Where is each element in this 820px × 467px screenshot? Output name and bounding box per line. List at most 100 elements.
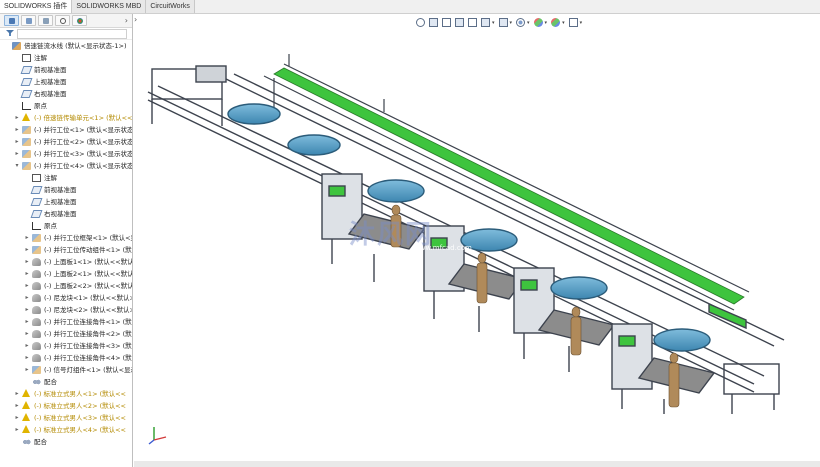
tree-item[interactable]: 上视基准面 bbox=[0, 76, 132, 88]
tab-0[interactable]: SOLIDWORKS 插件 bbox=[0, 0, 73, 13]
display-manager-icon[interactable] bbox=[72, 15, 87, 26]
tree-item-label: (-) 并行工位连接角件<2> (默认 bbox=[44, 330, 133, 338]
tree-item[interactable]: 前视基准面 bbox=[0, 184, 132, 196]
tree-item-label: (-) 标准立式男人<1> (默认<< bbox=[34, 390, 127, 398]
tree-item[interactable]: 右视基准面 bbox=[0, 88, 132, 100]
assembly-model[interactable] bbox=[134, 14, 820, 467]
tree-item-label: (-) 倍速链传输单元<1> (默认<<默 bbox=[34, 114, 133, 122]
tree-item[interactable]: ▸ (-) 并行工位<1> (默认<显示状态- bbox=[0, 124, 132, 136]
tree-item[interactable]: ▸ (-) 尼龙块<1> (默认<<默认>_ bbox=[0, 292, 132, 304]
expand-arrow-icon[interactable]: ▸ bbox=[24, 280, 30, 292]
tree-item-label: 上视基准面 bbox=[44, 198, 77, 206]
tree-item[interactable]: ▸ (-) 并行工位框架<1> (默认<显 bbox=[0, 232, 132, 244]
workstation-4 bbox=[611, 323, 716, 414]
expand-arrow-icon[interactable]: ▸ bbox=[24, 268, 30, 280]
tree-item-label: (-) 标准立式男人<3> (默认<< bbox=[34, 414, 127, 422]
expand-arrow-icon[interactable]: ▸ bbox=[14, 136, 20, 148]
warnic-icon bbox=[22, 113, 30, 121]
tree-item[interactable]: ▸ (-) 并行工位<3> (默认<显示状态- bbox=[0, 148, 132, 160]
filter-icon[interactable] bbox=[6, 30, 14, 37]
tree-item[interactable]: ▸ (-) 并行工位连接角件<4> (默认 bbox=[0, 352, 132, 364]
asm-icon bbox=[22, 162, 31, 170]
warnic-icon bbox=[22, 389, 30, 397]
expand-arrow-icon[interactable]: ▸ bbox=[24, 316, 30, 328]
tree-item[interactable]: ▸ (-) 倍速链传输单元<1> (默认<<默 bbox=[0, 112, 132, 124]
tree-item[interactable]: ▸ (-) 并行工位<2> (默认<显示状态- bbox=[0, 136, 132, 148]
tree-item[interactable]: 倍速链流水线 (默认<显示状态-1>) bbox=[0, 40, 132, 52]
expand-arrow-icon[interactable]: ▸ bbox=[14, 148, 20, 160]
tree-item[interactable]: ▸ (-) 上面板1<1> (默认<<默认> bbox=[0, 256, 132, 268]
feature-manager-icon[interactable] bbox=[4, 15, 19, 26]
tree-item[interactable]: 前视基准面 bbox=[0, 64, 132, 76]
tree-item[interactable]: ▸ (-) 标准立式男人<4> (默认<< bbox=[0, 424, 132, 436]
expand-arrow-icon[interactable]: ▸ bbox=[24, 232, 30, 244]
tree-item[interactable]: ▸ (-) 上面板2<1> (默认<<默认> bbox=[0, 268, 132, 280]
root-icon bbox=[12, 42, 21, 50]
expand-arrow-icon[interactable]: ▸ bbox=[24, 244, 30, 256]
tree-item-label: 右视基准面 bbox=[44, 210, 77, 218]
tree-item-label: 原点 bbox=[34, 102, 47, 110]
tree-item[interactable]: 注解 bbox=[0, 52, 132, 64]
property-manager-icon[interactable] bbox=[21, 15, 36, 26]
tree-item[interactable]: ▸ (-) 信号灯组件<1> (默认<显示 bbox=[0, 364, 132, 376]
tree-item[interactable]: ▸ (-) 并行工位传动组件<1> (默认 bbox=[0, 244, 132, 256]
tree-item-label: (-) 并行工位<2> (默认<显示状态- bbox=[34, 138, 133, 146]
expand-arrow-icon[interactable]: ▸ bbox=[24, 256, 30, 268]
tree-item[interactable]: ▸ (-) 并行工位连接角件<2> (默认 bbox=[0, 328, 132, 340]
expand-arrow-icon[interactable]: ▸ bbox=[14, 112, 20, 124]
filter-input[interactable] bbox=[17, 28, 127, 39]
tree-item-label: 前视基准面 bbox=[34, 66, 67, 74]
part-icon bbox=[32, 270, 41, 278]
expand-arrow-icon[interactable]: ▸ bbox=[14, 400, 20, 412]
tree-item[interactable]: ▸ (-) 并行工位连接角件<3> (默认 bbox=[0, 340, 132, 352]
expand-arrow-icon[interactable]: ▸ bbox=[14, 124, 20, 136]
expand-arrow-icon[interactable]: ▸ bbox=[24, 304, 30, 316]
tab-1[interactable]: SOLIDWORKS MBD bbox=[72, 0, 147, 13]
expand-arrow-icon[interactable]: ▸ bbox=[24, 364, 30, 376]
more-managers-arrow[interactable]: › bbox=[125, 16, 128, 25]
status-bar bbox=[134, 461, 820, 467]
graphics-area[interactable]: › ▾ ▾ ▾ ▾ ▾ ▾ 沐风网 www.mfcad.com bbox=[134, 14, 820, 467]
dimxpert-icon[interactable] bbox=[55, 15, 70, 26]
tree-item-label: (-) 并行工位传动组件<1> (默认 bbox=[44, 246, 133, 254]
configuration-manager-icon[interactable] bbox=[38, 15, 53, 26]
expand-arrow-icon[interactable]: ▸ bbox=[14, 412, 20, 424]
tree-item-label: (-) 并行工位连接角件<4> (默认 bbox=[44, 354, 133, 362]
expand-arrow-icon[interactable]: ▸ bbox=[24, 292, 30, 304]
tree-item[interactable]: ▸ (-) 标准立式男人<2> (默认<< bbox=[0, 400, 132, 412]
tree-item-label: (-) 上面板2<1> (默认<<默认> bbox=[44, 270, 133, 278]
part-icon bbox=[32, 282, 41, 290]
expand-arrow-icon[interactable]: ▸ bbox=[24, 352, 30, 364]
tree-item[interactable]: 配合 bbox=[0, 376, 132, 388]
tree-item[interactable]: 上视基准面 bbox=[0, 196, 132, 208]
warnic-icon bbox=[22, 413, 30, 421]
tree-item[interactable]: ▸ (-) 尼龙块<2> (默认<<默认>_ bbox=[0, 304, 132, 316]
note-icon bbox=[22, 54, 31, 62]
reference-triad-icon bbox=[148, 427, 167, 445]
tab-2[interactable]: CircuitWorks bbox=[146, 0, 195, 13]
origin-icon bbox=[22, 102, 31, 110]
tree-item-label: 右视基准面 bbox=[34, 90, 67, 98]
tree-item[interactable]: 原点 bbox=[0, 220, 132, 232]
expand-arrow-icon[interactable]: ▸ bbox=[14, 388, 20, 400]
part-icon bbox=[32, 342, 41, 350]
command-manager-tabs: SOLIDWORKS 插件 SOLIDWORKS MBD CircuitWorks bbox=[0, 0, 820, 14]
expand-arrow-icon[interactable]: ▸ bbox=[14, 424, 20, 436]
expand-arrow-icon[interactable]: ▾ bbox=[14, 160, 20, 172]
tree-item[interactable]: ▸ (-) 上面板2<2> (默认<<默认> bbox=[0, 280, 132, 292]
plane-icon bbox=[20, 90, 33, 98]
tree-item[interactable]: ▾ (-) 并行工位<4> (默认<显示状态-1> bbox=[0, 160, 132, 172]
tree-item[interactable]: ▸ (-) 标准立式男人<1> (默认<< bbox=[0, 388, 132, 400]
tree-item[interactable]: ▸ (-) 并行工位连接角件<1> (默认 bbox=[0, 316, 132, 328]
tree-item[interactable]: 配合 bbox=[0, 436, 132, 448]
tree-item[interactable]: 右视基准面 bbox=[0, 208, 132, 220]
mate-icon bbox=[32, 378, 41, 386]
expand-arrow-icon[interactable]: ▸ bbox=[24, 340, 30, 352]
workstation-2 bbox=[423, 225, 526, 332]
note-icon bbox=[32, 174, 41, 182]
tree-item[interactable]: 注解 bbox=[0, 172, 132, 184]
asm-icon bbox=[32, 366, 41, 374]
tree-item[interactable]: ▸ (-) 标准立式男人<3> (默认<< bbox=[0, 412, 132, 424]
expand-arrow-icon[interactable]: ▸ bbox=[24, 328, 30, 340]
tree-item[interactable]: 原点 bbox=[0, 100, 132, 112]
